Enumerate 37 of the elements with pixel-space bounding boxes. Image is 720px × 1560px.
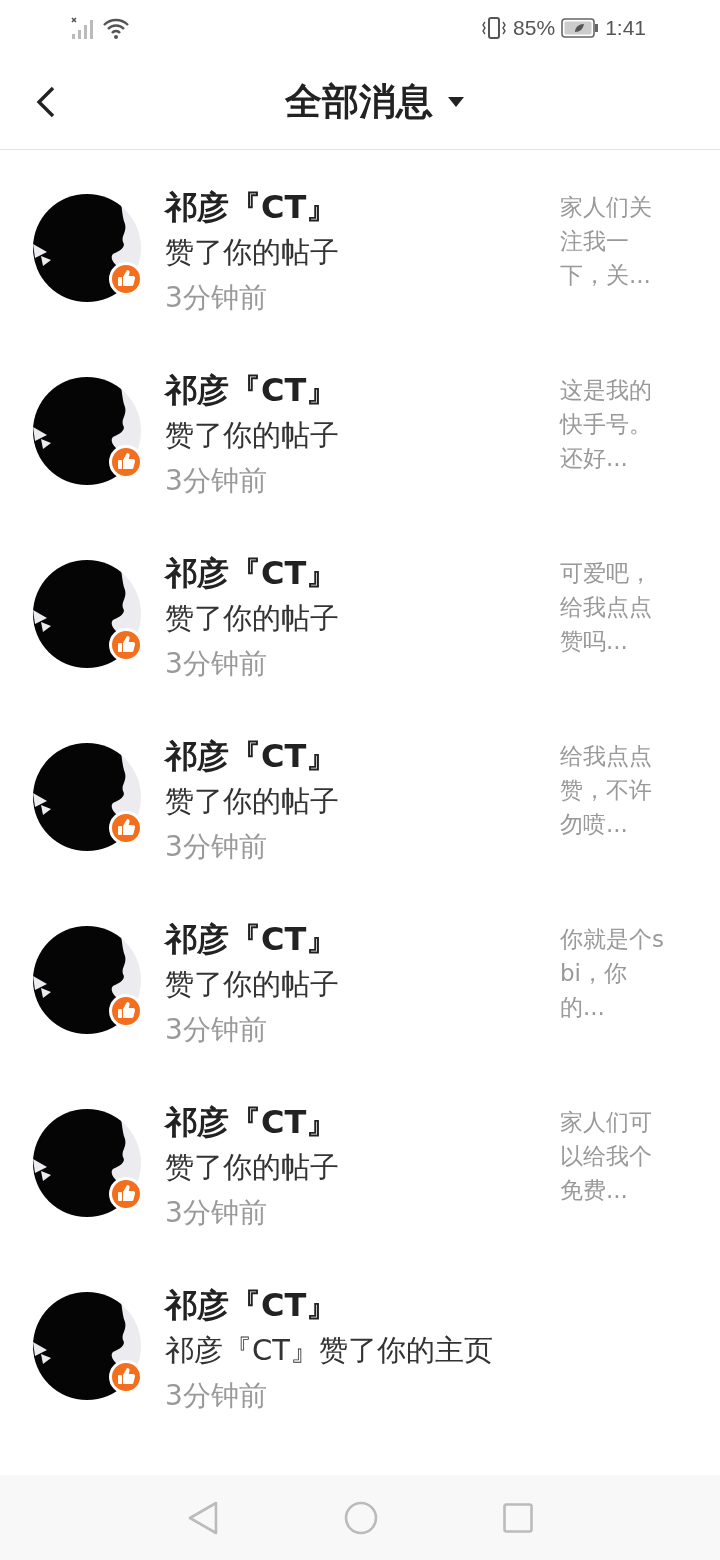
home-icon[interactable] — [344, 1500, 378, 1535]
post-preview: 可爱吧，给我点点赞吗... — [560, 559, 653, 656]
timestamp: 3分钟前 — [165, 463, 268, 499]
back-icon[interactable] — [35, 85, 57, 119]
timestamp: 3分钟前 — [165, 280, 268, 316]
notification-text: 赞了你的帖子 — [165, 783, 340, 820]
post-preview: 你就是个sbi，你的... — [560, 925, 665, 1022]
notification-text: 祁彦『CT』赞了你的主页 — [165, 1332, 494, 1369]
notification-text: 赞了你的帖子 — [165, 234, 340, 271]
user-name: 祁彦『CT』 — [165, 919, 340, 960]
user-name: 祁彦『CT』 — [165, 553, 340, 594]
post-preview: 给我点点赞，不许勿喷... — [560, 742, 653, 839]
post-preview: 家人们可以给我个免费... — [560, 1108, 653, 1205]
user-name: 祁彦『CT』 — [165, 736, 340, 777]
clock: 1:41 — [605, 15, 646, 40]
user-name: 祁彦『CT』 — [165, 370, 340, 411]
notification-text: 赞了你的帖子 — [165, 1149, 340, 1186]
battery-percent: 85% — [513, 15, 556, 40]
notification-text: 赞了你的帖子 — [165, 600, 340, 637]
timestamp: 3分钟前 — [165, 829, 268, 865]
timestamp: 3分钟前 — [165, 1012, 268, 1048]
caret-icon[interactable] — [447, 96, 465, 108]
header-title[interactable]: 全部消息 — [285, 77, 433, 127]
notification-text: 赞了你的帖子 — [165, 966, 340, 1003]
user-name: 祁彦『CT』 — [165, 187, 340, 228]
battery-icon — [561, 16, 600, 39]
vibrate-icon — [481, 15, 508, 40]
notification-text: 赞了你的帖子 — [165, 417, 340, 454]
post-preview: 家人们关注我一下，关... — [560, 193, 653, 290]
signal-icon — [70, 15, 96, 40]
timestamp: 3分钟前 — [165, 1378, 268, 1414]
timestamp: 3分钟前 — [165, 646, 268, 682]
recents-icon[interactable] — [503, 1502, 533, 1533]
post-preview: 这是我的快手号。还好... — [560, 376, 653, 473]
timestamp: 3分钟前 — [165, 1195, 268, 1231]
user-name: 祁彦『CT』 — [165, 1102, 340, 1143]
user-name: 祁彦『CT』 — [165, 1285, 340, 1326]
